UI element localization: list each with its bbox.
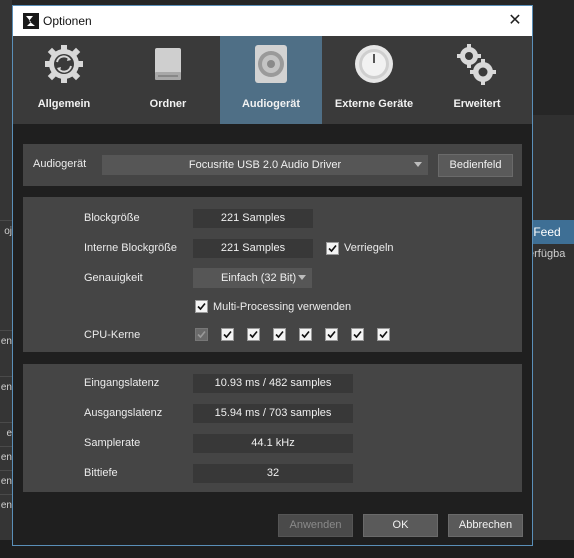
close-button[interactable]: ✕ bbox=[504, 10, 526, 32]
speaker-icon bbox=[255, 45, 287, 83]
tab-bar: Allgemein Ordner Audiogerät Externe Gerä… bbox=[13, 36, 532, 124]
cpu-core-checkbox[interactable] bbox=[273, 328, 286, 341]
background-left-pane: oj en en e en en en bbox=[0, 0, 12, 558]
multiprocessing-checkbox[interactable] bbox=[195, 300, 208, 313]
checkmark-icon bbox=[301, 330, 310, 339]
apply-button[interactable]: Anwenden bbox=[278, 514, 353, 537]
device-panel: Audiogerät Focusrite USB 2.0 Audio Drive… bbox=[23, 144, 522, 186]
gear-refresh-icon bbox=[45, 45, 83, 83]
content-area: Audiogerät Focusrite USB 2.0 Audio Drive… bbox=[13, 124, 532, 545]
background-right-text: erfügba bbox=[528, 248, 566, 260]
tab-label: Externe Geräte bbox=[334, 98, 414, 110]
chevron-down-icon bbox=[414, 162, 422, 167]
cpu-core-checkbox[interactable] bbox=[299, 328, 312, 341]
knob-icon bbox=[355, 45, 393, 83]
chevron-down-icon bbox=[298, 275, 306, 280]
checkmark-icon bbox=[223, 330, 232, 339]
input-latency-label: Eingangslatenz bbox=[84, 377, 160, 389]
checkmark-icon bbox=[275, 330, 284, 339]
window-title: Optionen bbox=[43, 14, 92, 28]
precision-label: Genauigkeit bbox=[84, 272, 143, 284]
cpu-cores-label: CPU-Kerne bbox=[84, 329, 141, 341]
cpu-core-checkbox bbox=[195, 328, 208, 341]
checkmark-icon bbox=[353, 330, 362, 339]
app-logo-icon bbox=[23, 13, 39, 29]
buffer-settings-panel: Blockgröße 221 Samples Interne Blockgröß… bbox=[23, 197, 522, 352]
checkmark-icon bbox=[327, 330, 336, 339]
background-left-row: e bbox=[0, 422, 12, 445]
background-left-row: en bbox=[0, 470, 12, 493]
checkmark-icon bbox=[197, 302, 206, 311]
blocksize-field[interactable]: 221 Samples bbox=[193, 209, 313, 228]
background-left-row: en bbox=[0, 494, 12, 517]
bitdepth-label: Bittiefe bbox=[84, 467, 118, 479]
tab-erweitert[interactable]: Erweitert bbox=[426, 36, 528, 124]
tab-label: Allgemein bbox=[37, 98, 91, 110]
device-select-value: Focusrite USB 2.0 Audio Driver bbox=[188, 159, 342, 171]
cpu-core-checkbox[interactable] bbox=[221, 328, 234, 341]
blocksize-label: Blockgröße bbox=[84, 212, 140, 224]
cpu-core-checkbox[interactable] bbox=[325, 328, 338, 341]
input-latency-value: 10.93 ms / 482 samples bbox=[193, 374, 353, 393]
tab-ordner[interactable]: Ordner bbox=[117, 36, 219, 124]
background-left-row: en bbox=[0, 330, 12, 353]
lock-checkbox[interactable] bbox=[326, 242, 339, 255]
cpu-core-checkbox[interactable] bbox=[377, 328, 390, 341]
bitdepth-value: 32 bbox=[193, 464, 353, 483]
cpu-core-checkbox[interactable] bbox=[351, 328, 364, 341]
tab-label: Ordner bbox=[149, 98, 187, 110]
gears-icon bbox=[457, 44, 496, 85]
tab-allgemein[interactable]: Allgemein bbox=[13, 36, 115, 124]
cpu-core-checkbox[interactable] bbox=[247, 328, 260, 341]
ok-button[interactable]: OK bbox=[363, 514, 438, 537]
precision-select-value: Einfach (32 Bit) bbox=[221, 272, 297, 284]
lock-label: Verriegeln bbox=[344, 242, 394, 254]
tab-label: Audiogerät bbox=[241, 98, 301, 110]
drive-icon bbox=[155, 48, 181, 80]
checkmark-icon bbox=[197, 330, 206, 339]
background-left-text: oj bbox=[0, 220, 12, 243]
multiprocessing-label: Multi-Processing verwenden bbox=[213, 301, 352, 313]
background-left-row: en bbox=[0, 446, 12, 469]
internal-blocksize-label: Interne Blockgröße bbox=[84, 242, 177, 254]
background-right-pane bbox=[533, 115, 574, 558]
close-icon: ✕ bbox=[508, 12, 522, 29]
internal-blocksize-field[interactable]: 221 Samples bbox=[193, 239, 313, 258]
latency-info-panel: Eingangslatenz 10.93 ms / 482 samples Au… bbox=[23, 364, 522, 492]
output-latency-label: Ausgangslatenz bbox=[84, 407, 163, 419]
cancel-button[interactable]: Abbrechen bbox=[448, 514, 523, 537]
options-dialog: Optionen ✕ Allgemein Ordner Audiogerät E… bbox=[12, 5, 533, 546]
device-select[interactable]: Focusrite USB 2.0 Audio Driver bbox=[102, 155, 428, 175]
background-left-row: en bbox=[0, 376, 12, 399]
device-label: Audiogerät bbox=[33, 158, 87, 170]
precision-select[interactable]: Einfach (32 Bit) bbox=[193, 268, 312, 288]
checkmark-icon bbox=[328, 244, 337, 253]
checkmark-icon bbox=[249, 330, 258, 339]
title-bar[interactable]: Optionen ✕ bbox=[13, 6, 532, 36]
checkmark-icon bbox=[379, 330, 388, 339]
samplerate-value: 44.1 kHz bbox=[193, 434, 353, 453]
output-latency-value: 15.94 ms / 703 samples bbox=[193, 404, 353, 423]
tab-label: Erweitert bbox=[453, 98, 501, 110]
samplerate-label: Samplerate bbox=[84, 437, 141, 449]
tab-externe-geraete[interactable]: Externe Geräte bbox=[323, 36, 425, 124]
control-panel-button[interactable]: Bedienfeld bbox=[438, 154, 513, 177]
tab-audiogeraet[interactable]: Audiogerät bbox=[220, 36, 322, 124]
